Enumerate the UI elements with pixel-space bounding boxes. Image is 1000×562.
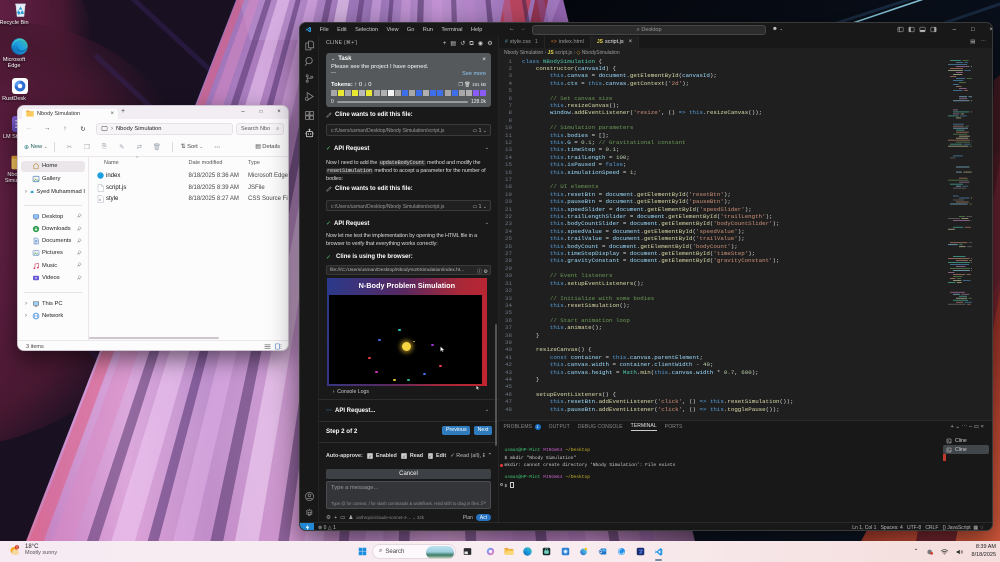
svg-text:#: # xyxy=(99,198,101,202)
svg-text:1: 1 xyxy=(16,545,18,549)
